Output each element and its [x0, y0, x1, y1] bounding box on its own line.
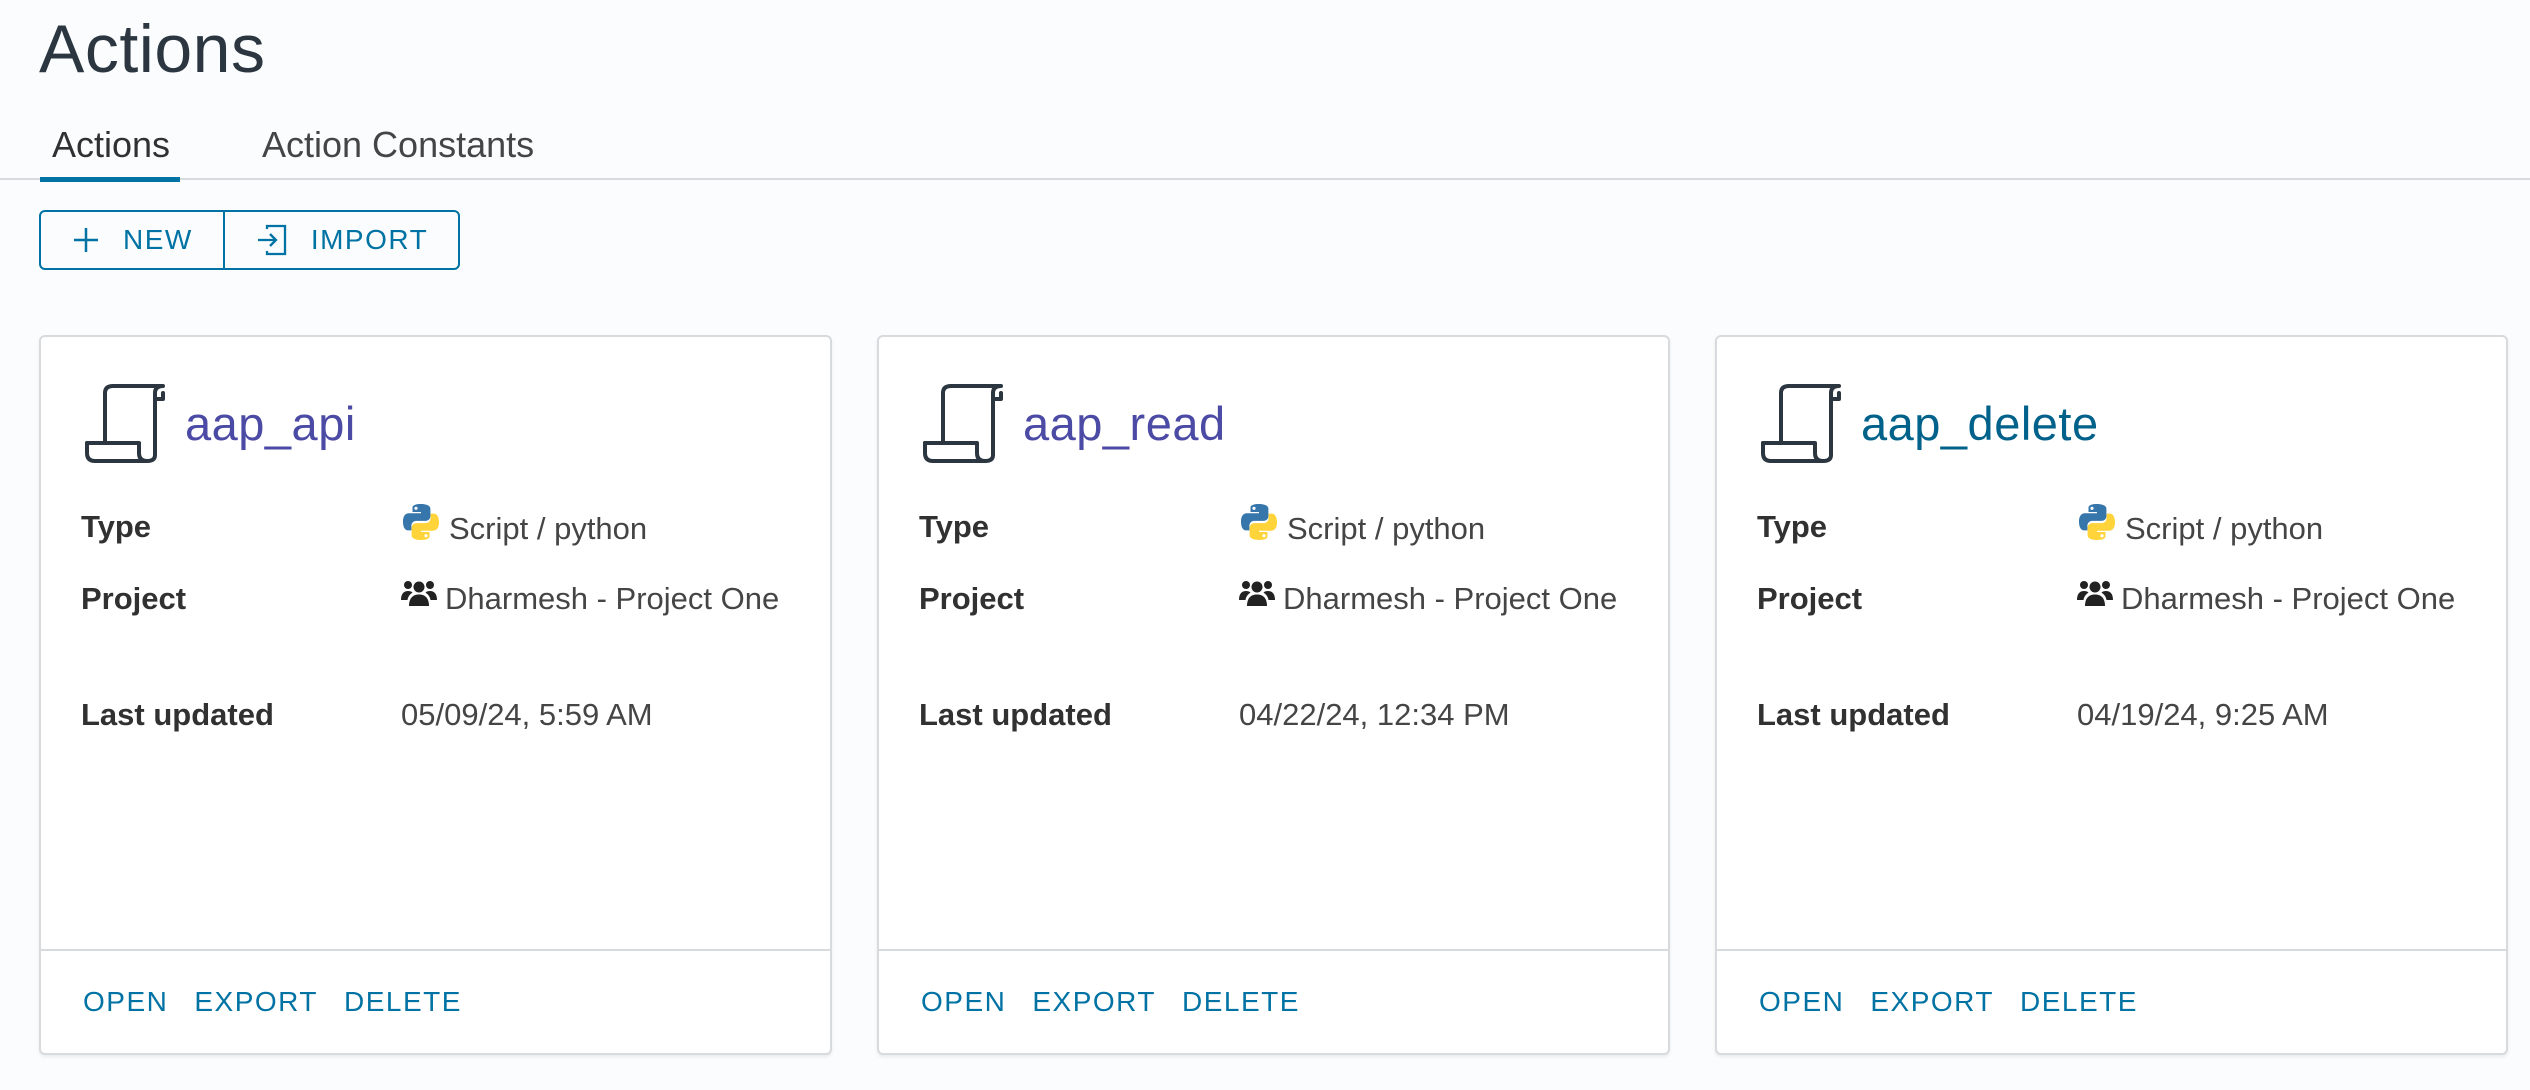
- type-value: Script / python: [401, 502, 800, 577]
- users-icon: [401, 576, 437, 620]
- users-icon: [2077, 576, 2113, 620]
- last-updated-value: 04/19/24, 9:25 AM: [2077, 697, 2329, 732]
- users-icon: [1239, 576, 1275, 620]
- card-properties: Type Script / python Project Dharmesh - …: [919, 502, 1638, 753]
- card-title-link[interactable]: aap_delete: [1861, 396, 2099, 451]
- property-project: Project Dharmesh - Project One: [1757, 577, 2476, 693]
- action-card: aap_delete Type Script / python Project …: [1715, 335, 2508, 1055]
- plus-icon: [71, 225, 101, 255]
- project-text: Dharmesh - Project One: [1283, 581, 1618, 616]
- action-card: aap_read Type Script / python Project Dh…: [877, 335, 1670, 1055]
- open-button[interactable]: OPEN: [921, 986, 1006, 1018]
- card-properties: Type Script / python Project Dharmesh - …: [1757, 502, 2476, 753]
- last-updated-label: Last updated: [919, 697, 1112, 732]
- new-button[interactable]: NEW: [41, 212, 223, 268]
- card-footer: OPEN EXPORT DELETE: [879, 949, 1668, 1053]
- card-footer: OPEN EXPORT DELETE: [41, 949, 830, 1053]
- type-label: Type: [81, 509, 152, 544]
- open-button[interactable]: OPEN: [83, 986, 168, 1018]
- project-label: Project: [919, 581, 1025, 616]
- type-text: Script / python: [1287, 511, 1486, 547]
- project-text: Dharmesh - Project One: [445, 581, 780, 616]
- type-label: Type: [1757, 509, 1828, 544]
- python-icon: [2077, 502, 2117, 554]
- type-value: Script / python: [2077, 502, 2476, 577]
- tab-action-constants[interactable]: Action Constants: [262, 110, 534, 180]
- project-value: Dharmesh - Project One: [401, 577, 800, 693]
- tab-actions[interactable]: Actions: [39, 110, 181, 182]
- python-icon: [1239, 502, 1279, 554]
- property-last-updated: Last updated 04/22/24, 12:34 PM: [919, 693, 1638, 753]
- project-value: Dharmesh - Project One: [1239, 577, 1638, 693]
- property-last-updated: Last updated 05/09/24, 5:59 AM: [81, 693, 800, 753]
- project-label: Project: [1757, 581, 1863, 616]
- property-type: Type Script / python: [81, 502, 800, 577]
- delete-button[interactable]: DELETE: [1182, 986, 1300, 1018]
- last-updated-label: Last updated: [81, 697, 274, 732]
- card-header: aap_read: [921, 381, 1226, 465]
- python-icon: [401, 502, 441, 554]
- type-text: Script / python: [449, 511, 648, 547]
- open-button[interactable]: OPEN: [1759, 986, 1844, 1018]
- actions-page: Actions Actions Action Constants NEW IMP…: [0, 0, 2530, 1090]
- scroll-icon: [921, 381, 1005, 465]
- project-label: Project: [81, 581, 187, 616]
- import-icon: [255, 223, 289, 257]
- type-text: Script / python: [2125, 511, 2324, 547]
- export-button[interactable]: EXPORT: [194, 986, 318, 1018]
- project-value: Dharmesh - Project One: [2077, 577, 2476, 693]
- project-text: Dharmesh - Project One: [2121, 581, 2456, 616]
- property-type: Type Script / python: [1757, 502, 2476, 577]
- scroll-icon: [1759, 381, 1843, 465]
- type-label: Type: [919, 509, 990, 544]
- card-title-link[interactable]: aap_read: [1023, 396, 1226, 451]
- delete-button[interactable]: DELETE: [2020, 986, 2138, 1018]
- page-title: Actions: [39, 11, 266, 87]
- type-value: Script / python: [1239, 502, 1638, 577]
- tab-bar: Actions Action Constants: [0, 110, 2530, 182]
- last-updated-value: 04/22/24, 12:34 PM: [1239, 697, 1510, 732]
- card-header: aap_api: [83, 381, 356, 465]
- card-footer: OPEN EXPORT DELETE: [1717, 949, 2506, 1053]
- import-button-label: IMPORT: [310, 224, 429, 255]
- export-button[interactable]: EXPORT: [1032, 986, 1156, 1018]
- last-updated-label: Last updated: [1757, 697, 1950, 732]
- property-last-updated: Last updated 04/19/24, 9:25 AM: [1757, 693, 2476, 753]
- delete-button[interactable]: DELETE: [344, 986, 462, 1018]
- property-project: Project Dharmesh - Project One: [919, 577, 1638, 693]
- export-button[interactable]: EXPORT: [1870, 986, 1994, 1018]
- card-title-link[interactable]: aap_api: [185, 396, 356, 451]
- property-project: Project Dharmesh - Project One: [81, 577, 800, 693]
- toolbar-button-group: NEW IMPORT: [39, 210, 461, 270]
- property-type: Type Script / python: [919, 502, 1638, 577]
- card-properties: Type Script / python Project Dharmesh - …: [81, 502, 800, 753]
- new-button-label: NEW: [123, 224, 193, 255]
- last-updated-value: 05/09/24, 5:59 AM: [401, 697, 653, 732]
- card-header: aap_delete: [1759, 381, 2099, 465]
- import-button[interactable]: IMPORT: [222, 212, 458, 268]
- action-card: aap_api Type Script / python Project Dha…: [39, 335, 832, 1055]
- scroll-icon: [83, 381, 167, 465]
